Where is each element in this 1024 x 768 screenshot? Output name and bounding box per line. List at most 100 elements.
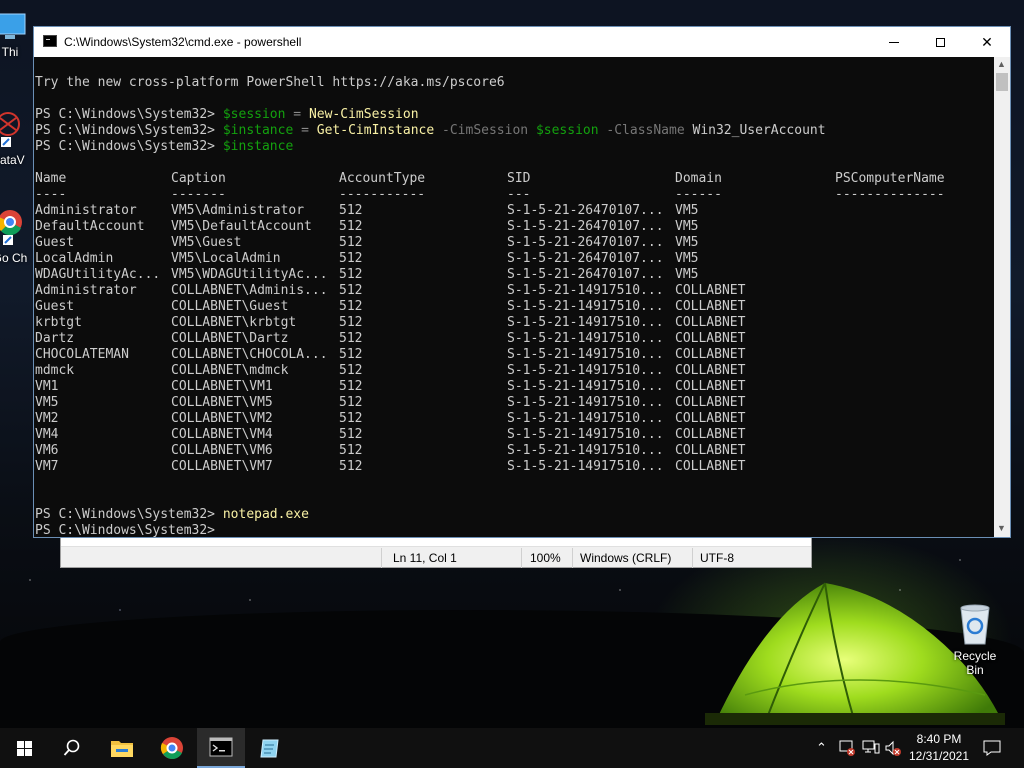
cell-name: VM2 [35, 411, 59, 426]
command-line-2: PS C:\Windows\System32> $instance = Get-… [35, 123, 826, 139]
taskbar: ⌃ 8:40 PM 12/31/2021 [0, 728, 1024, 768]
variable: $instance [222, 139, 294, 154]
clock-date: 12/31/2021 [908, 749, 970, 763]
cell-accounttype: 512 [339, 267, 363, 282]
underline: ------ [675, 187, 722, 202]
command-line-3: PS C:\Windows\System32> $instance [35, 139, 293, 155]
cell-caption: COLLABNET\VM7 [171, 459, 273, 474]
column-header-pscomputername: PSComputerName [835, 171, 945, 186]
cell-caption: VM5\Guest [171, 235, 242, 250]
cell-accounttype: 512 [339, 203, 363, 218]
minimize-button[interactable] [871, 27, 917, 57]
vertical-scrollbar[interactable]: ▲ ▼ [994, 57, 1010, 537]
powershell-console-window[interactable]: C:\Windows\System32\cmd.exe - powershell… [33, 26, 1011, 538]
cmdlet: New-CimSession [308, 107, 419, 122]
cell-domain: COLLABNET [675, 363, 746, 378]
cell-caption: COLLABNET\mdmck [171, 363, 289, 378]
desktop-icon-label: Recycle Bin [953, 649, 997, 677]
desktop-icon-recycle-bin[interactable]: Recycle Bin [944, 602, 1006, 677]
status-line-col: Ln 11, Col 1 [393, 551, 457, 565]
command-text: notepad.exe [222, 507, 309, 522]
cell-sid: S-1-5-21-26470107... [507, 219, 664, 234]
underline: -------------- [835, 187, 945, 202]
status-separator [692, 548, 693, 568]
parameter: -ClassName [606, 123, 685, 138]
monitor-icon [0, 13, 26, 39]
cell-name: Guest [35, 299, 75, 314]
cell-caption: VM5\WDAGUtilityAc... [171, 267, 328, 282]
cell-domain: VM5 [675, 203, 699, 218]
network-alert-icon[interactable] [838, 739, 856, 757]
maximize-button[interactable] [917, 27, 963, 57]
cell-caption: VM5\Administrator [171, 203, 305, 218]
cell-accounttype: 512 [339, 443, 363, 458]
scroll-down-arrow-icon[interactable]: ▼ [997, 523, 1006, 533]
column-header-name: Name [35, 171, 67, 186]
status-zoom: 100% [530, 551, 561, 565]
cell-sid: S-1-5-21-14917510... [507, 283, 664, 298]
command-line-5[interactable]: PS C:\Windows\System32> [35, 523, 215, 537]
cell-domain: COLLABNET [675, 331, 746, 346]
title-bar[interactable]: C:\Windows\System32\cmd.exe - powershell… [34, 27, 1010, 57]
operator: = [301, 123, 309, 138]
cell-domain: COLLABNET [675, 443, 746, 458]
status-line-ending: Windows (CRLF) [580, 551, 672, 565]
chevron-up-icon[interactable]: ⌃ [816, 740, 827, 756]
notepad-window[interactable]: Ln 11, Col 1 100% Windows (CRLF) UTF-8 [60, 535, 812, 568]
clock[interactable]: 8:40 PM 12/31/2021 [898, 731, 980, 765]
scroll-up-arrow-icon[interactable]: ▲ [997, 59, 1006, 69]
cell-name: VM5 [35, 395, 59, 410]
cell-name: Dartz [35, 331, 75, 346]
cell-domain: COLLABNET [675, 315, 746, 330]
cell-name: krbtgt [35, 315, 82, 330]
cell-caption: VM5\LocalAdmin [171, 251, 281, 266]
cell-accounttype: 512 [339, 427, 363, 442]
status-separator [521, 548, 522, 568]
cell-sid: S-1-5-21-14917510... [507, 363, 664, 378]
close-button[interactable]: ✕ [964, 27, 1010, 57]
column-header-accounttype: AccountType [339, 171, 426, 186]
datav-app-icon [0, 112, 20, 147]
cell-accounttype: 512 [339, 283, 363, 298]
status-separator [381, 548, 382, 568]
close-icon: ✕ [981, 33, 993, 50]
cell-sid: S-1-5-21-14917510... [507, 379, 664, 394]
cell-name: CHOCOLATEMAN [35, 347, 129, 362]
command-line-4: PS C:\Windows\System32> notepad.exe [35, 507, 309, 523]
underline: ----------- [339, 187, 426, 202]
column-header-domain: Domain [675, 171, 722, 186]
cell-caption: COLLABNET\VM6 [171, 443, 273, 458]
cell-accounttype: 512 [339, 331, 363, 346]
notifications-icon[interactable] [983, 739, 1001, 757]
cell-sid: S-1-5-21-14917510... [507, 459, 664, 474]
notepad-status-bar: Ln 11, Col 1 100% Windows (CRLF) UTF-8 [61, 548, 811, 568]
cell-domain: VM5 [675, 251, 699, 266]
scrollbar-thumb[interactable] [996, 73, 1008, 91]
cell-accounttype: 512 [339, 411, 363, 426]
cell-domain: COLLABNET [675, 411, 746, 426]
cell-domain: COLLABNET [675, 347, 746, 362]
cell-domain: COLLABNET [675, 283, 746, 298]
window-title: C:\Windows\System32\cmd.exe - powershell [64, 35, 302, 49]
cell-sid: S-1-5-21-14917510... [507, 427, 664, 442]
cell-name: Guest [35, 235, 75, 250]
column-header-caption: Caption [171, 171, 226, 186]
cell-name: WDAGUtilityAc... [35, 267, 161, 282]
cell-sid: S-1-5-21-14917510... [507, 443, 664, 458]
cell-caption: COLLABNET\VM2 [171, 411, 273, 426]
prompt: PS C:\Windows\System32> [35, 123, 216, 138]
cell-name: VM6 [35, 443, 59, 458]
chrome-icon [0, 210, 22, 245]
cell-name: LocalAdmin [35, 251, 114, 266]
cell-caption: COLLABNET\krbtgt [171, 315, 297, 330]
status-encoding: UTF-8 [700, 551, 734, 565]
cell-name: mdmck [35, 363, 75, 378]
banner-line: Try the new cross-platform PowerShell ht… [35, 75, 505, 90]
monitor-network-icon[interactable] [862, 740, 880, 756]
terminal-output[interactable]: Try the new cross-platform PowerShell ht… [34, 57, 994, 537]
cell-caption: COLLABNET\Dartz [171, 331, 289, 346]
cell-caption: COLLABNET\VM5 [171, 395, 273, 410]
underline: ------- [171, 187, 226, 202]
recycle-bin-icon [960, 604, 990, 645]
underline: --- [507, 187, 531, 202]
